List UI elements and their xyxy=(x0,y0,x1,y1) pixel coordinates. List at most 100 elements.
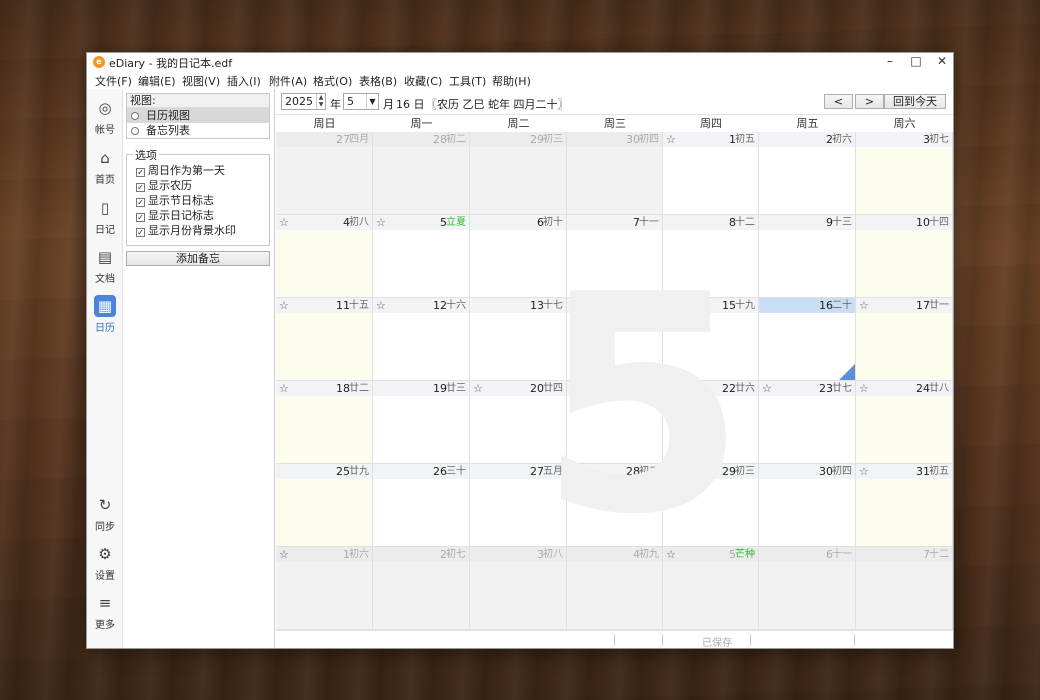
nav-item-more[interactable]: ≡ 更多 xyxy=(87,592,123,631)
lunar-day: 初五 xyxy=(735,134,755,145)
menu-item[interactable]: 附件(A) xyxy=(269,73,307,89)
option-checkbox[interactable]: ✓ 显示日记标志 xyxy=(136,209,214,223)
day-cell[interactable]: 9 十三 xyxy=(759,215,856,298)
menu-item[interactable]: 工具(T) xyxy=(449,73,486,89)
star-icon[interactable]: ☆ xyxy=(279,298,289,313)
star-icon[interactable]: ☆ xyxy=(376,215,386,230)
star-icon[interactable]: ☆ xyxy=(859,298,869,313)
day-cell[interactable]: 3 初八 xyxy=(470,547,567,630)
add-memo-button[interactable]: 添加备忘 xyxy=(126,251,270,266)
day-cell[interactable]: 2 初七 xyxy=(373,547,470,630)
day-cell[interactable]: 10 十四 xyxy=(856,215,953,298)
day-cell[interactable]: ☆ 5 芒种 xyxy=(663,547,759,630)
day-cell[interactable]: 14 十八 xyxy=(567,298,663,381)
nav-item-home[interactable]: ⌂ 首页 xyxy=(87,147,123,186)
today-button[interactable]: 回到今天 xyxy=(884,94,946,109)
day-cell[interactable]: 27 五月 xyxy=(470,464,567,547)
star-icon[interactable]: ☆ xyxy=(279,215,289,230)
day-cell[interactable]: 7 十一 xyxy=(567,215,663,298)
month-select[interactable]: 5 ▼ xyxy=(343,93,379,110)
day-cell[interactable]: 4 初九 xyxy=(567,547,663,630)
minimize-icon[interactable]: – xyxy=(877,53,903,71)
day-cell[interactable]: ☆ 17 廿一 xyxy=(856,298,953,381)
close-icon[interactable]: ✕ xyxy=(929,53,955,71)
nav-item-notebook[interactable]: ▯ 日记 xyxy=(87,197,123,236)
day-cell[interactable]: 30 初四 xyxy=(567,132,663,215)
day-cell[interactable]: 3 初七 xyxy=(856,132,953,215)
star-icon[interactable]: ☆ xyxy=(859,464,869,479)
option-checkbox[interactable]: ✓ 显示节日标志 xyxy=(136,194,214,208)
nav-item-settings[interactable]: ⚙ 设置 xyxy=(87,543,123,582)
day-cell[interactable]: ☆ 1 初六 xyxy=(276,547,373,630)
day-cell[interactable]: 6 十一 xyxy=(759,547,856,630)
option-checkbox[interactable]: ✓ 显示月份背景水印 xyxy=(136,224,236,238)
day-cell[interactable]: 2 初六 xyxy=(759,132,856,215)
option-checkbox[interactable]: ✓ 显示农历 xyxy=(136,179,192,193)
day-cell[interactable]: 22 廿六 xyxy=(663,381,759,464)
view-option[interactable]: 备忘列表 xyxy=(127,123,269,138)
day-cell[interactable]: 7 十二 xyxy=(856,547,953,630)
menu-item[interactable]: 文件(F) xyxy=(95,73,132,89)
maximize-icon[interactable]: □ xyxy=(903,53,929,71)
day-cell[interactable]: ☆ 12 十六 xyxy=(373,298,470,381)
day-cell[interactable]: ☆ 1 初五 xyxy=(663,132,759,215)
day-cell[interactable]: ☆ 4 初八 xyxy=(276,215,373,298)
day-cell[interactable]: 28 初二 xyxy=(373,132,470,215)
day-cell[interactable]: 15 十九 xyxy=(663,298,759,381)
star-icon[interactable]: ☆ xyxy=(666,132,676,147)
day-cell[interactable]: ☆ 18 廿二 xyxy=(276,381,373,464)
checkbox-icon[interactable]: ✓ xyxy=(136,228,145,237)
option-checkbox[interactable]: ✓ 周日作为第一天 xyxy=(136,164,225,178)
day-cell[interactable]: 8 十二 xyxy=(663,215,759,298)
prev-month-button[interactable]: < xyxy=(824,94,853,109)
dropdown-arrow-icon[interactable]: ▼ xyxy=(366,94,378,109)
day-cell[interactable]: ☆ 11 十五 xyxy=(276,298,373,381)
nav-item-document[interactable]: ▤ 文档 xyxy=(87,246,123,285)
day-cell[interactable]: 6 初十 xyxy=(470,215,567,298)
day-cell[interactable]: 25 廿九 xyxy=(276,464,373,547)
day-cell[interactable]: 26 三十 xyxy=(373,464,470,547)
spinner-arrows-icon[interactable]: ▲ ▼ xyxy=(316,94,325,109)
star-icon[interactable]: ☆ xyxy=(762,381,772,396)
day-cell[interactable]: 29 初三 xyxy=(663,464,759,547)
next-month-button[interactable]: > xyxy=(855,94,884,109)
star-icon[interactable]: ☆ xyxy=(666,547,676,562)
day-cell[interactable]: 21 小满 xyxy=(567,381,663,464)
checkbox-icon[interactable]: ✓ xyxy=(136,213,145,222)
day-cell[interactable]: 27 四月 xyxy=(276,132,373,215)
nav-item-sync[interactable]: ↻ 同步 xyxy=(87,494,123,533)
view-option[interactable]: 日历视图 xyxy=(127,108,269,123)
star-icon[interactable]: ☆ xyxy=(859,381,869,396)
year-spinner[interactable]: 2025 ▲ ▼ xyxy=(281,93,326,110)
day-cell[interactable]: ☆ 20 廿四 xyxy=(470,381,567,464)
menu-item[interactable]: 视图(V) xyxy=(182,73,220,89)
menu-item[interactable]: 收藏(C) xyxy=(404,73,442,89)
day-cell[interactable]: 29 初三 xyxy=(470,132,567,215)
menu-item[interactable]: 表格(B) xyxy=(359,73,397,89)
star-icon[interactable]: ☆ xyxy=(279,547,289,562)
checkbox-icon[interactable]: ✓ xyxy=(136,198,145,207)
day-cell[interactable]: 13 十七 xyxy=(470,298,567,381)
day-cell[interactable]: ☆ 31 初五 xyxy=(856,464,953,547)
menu-item[interactable]: 帮助(H) xyxy=(492,73,531,89)
star-icon[interactable]: ☆ xyxy=(279,381,289,396)
day-cell[interactable]: 28 初二 xyxy=(567,464,663,547)
menu-item[interactable]: 插入(I) xyxy=(227,73,261,89)
nav-item-calendar[interactable]: ▦ 日历 xyxy=(87,295,123,334)
day-cell[interactable]: 30 初四 xyxy=(759,464,856,547)
checkbox-icon[interactable]: ✓ xyxy=(136,183,145,192)
star-icon[interactable]: ☆ xyxy=(376,298,386,313)
checkbox-icon[interactable]: ✓ xyxy=(136,168,145,177)
day-number: 25 xyxy=(336,465,350,478)
menu-item[interactable]: 格式(O) xyxy=(313,73,352,89)
menu-item[interactable]: 编辑(E) xyxy=(138,73,176,89)
day-cell[interactable]: ☆ 24 廿八 xyxy=(856,381,953,464)
nav-item-user-circle[interactable]: ◎ 帐号 xyxy=(87,97,123,136)
day-cell[interactable]: ☆ 23 廿七 xyxy=(759,381,856,464)
star-icon[interactable]: ☆ xyxy=(473,381,483,396)
day-cell[interactable]: ☆ 5 立夏 xyxy=(373,215,470,298)
day-cell[interactable]: 16 二十 xyxy=(759,298,856,381)
day-cell[interactable]: 19 廿三 xyxy=(373,381,470,464)
radio-icon[interactable] xyxy=(131,127,139,135)
radio-icon[interactable] xyxy=(131,112,139,120)
